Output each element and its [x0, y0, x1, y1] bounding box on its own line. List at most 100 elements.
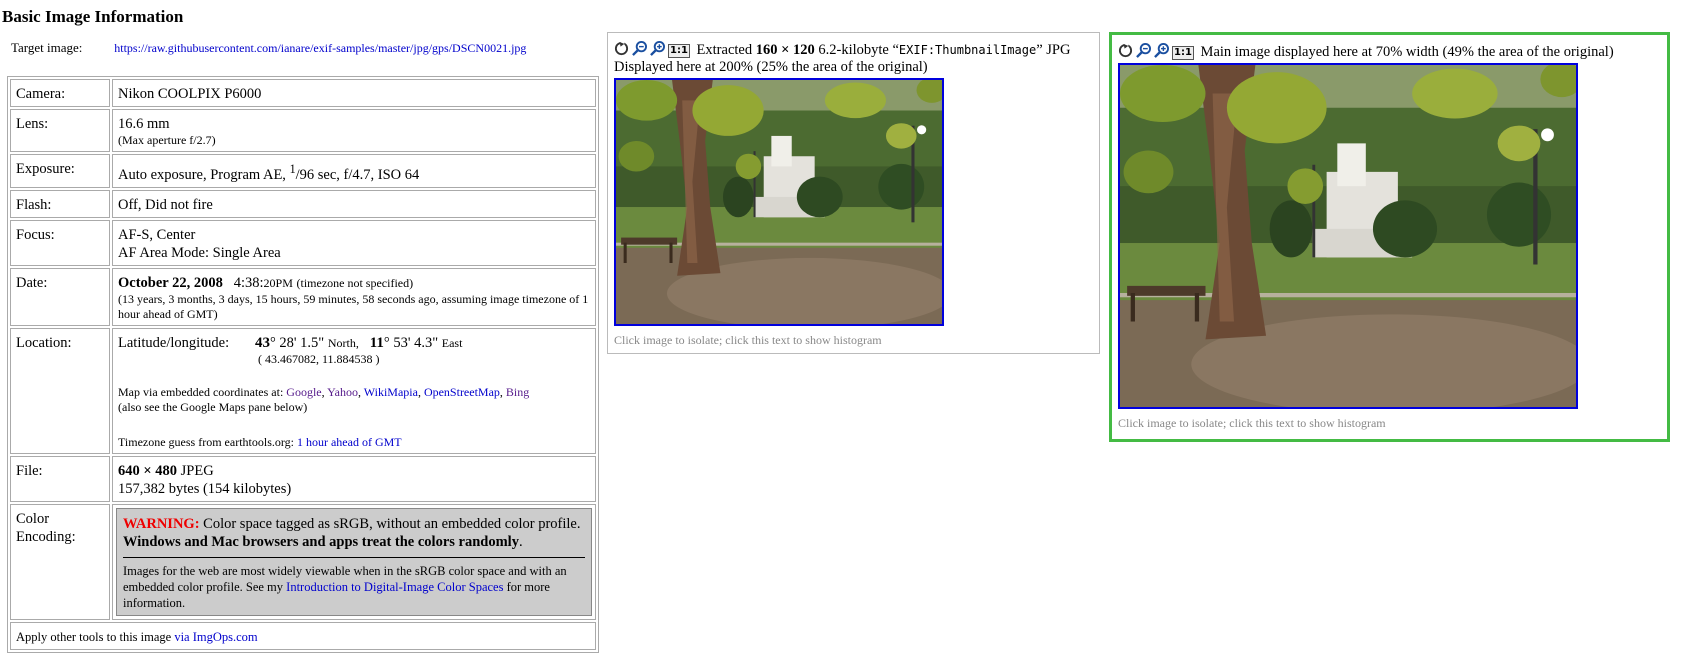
exposure-cell: Auto exposure, Program AE, 1/96 sec, f/4…: [112, 154, 596, 188]
footer-row: Apply other tools to this image via ImgO…: [10, 621, 596, 650]
lon-degrees: 11: [369, 334, 384, 351]
map-link-openstreetmap[interactable]: OpenStreetMap: [424, 385, 500, 399]
latlon-line: Latitude/longitude: 43° 28' 1.5" North, …: [118, 334, 590, 367]
color-warning-box: WARNING: Color space tagged as sRGB, wit…: [116, 507, 592, 616]
thumbnail-panel: 1:1 Extracted 160 × 120 6.2-kilobyte “EX…: [607, 32, 1100, 354]
thumb-display-note: Displayed here at 200% (25% the area of …: [614, 59, 928, 75]
date-timezone-note: (timezone not specified): [296, 275, 414, 290]
lon-direction: East: [441, 335, 463, 350]
page-title: Basic Image Information: [2, 7, 184, 26]
thumb-size: 6.2-kilobyte: [818, 42, 889, 58]
color-spaces-link[interactable]: Introduction to Digital-Image Color Spac…: [286, 580, 503, 594]
rotate-icon[interactable]: [614, 41, 629, 56]
target-image-link[interactable]: https://raw.githubusercontent.com/ianare…: [114, 41, 526, 55]
lens-value: 16.6 mm: [118, 116, 170, 132]
imgops-link[interactable]: via ImgOps.com: [174, 630, 257, 644]
color-space-note: Images for the web are most widely viewa…: [123, 563, 585, 611]
thumbnail-header: 1:1 Extracted 160 × 120 6.2-kilobyte “EX…: [608, 33, 1099, 76]
map-link-yahoo[interactable]: Yahoo: [327, 385, 358, 399]
file-label: File:: [10, 455, 110, 502]
exposure-mode: Auto exposure, Program AE,: [118, 166, 286, 183]
warning-divider: [123, 556, 585, 558]
lens-aperture-note: (Max aperture f/2.7): [118, 133, 216, 147]
focus-label: Focus:: [10, 219, 110, 266]
main-image-header: 1:1 Main image displayed here at 70% wid…: [1112, 35, 1667, 61]
date-row: Date: October 22, 2008 4:38:20PM (timezo…: [10, 267, 596, 326]
thumb-type: JPG: [1046, 42, 1071, 58]
date-label: Date:: [10, 267, 110, 326]
actual-size-icon[interactable]: 1:1: [1172, 46, 1194, 60]
date-cell: October 22, 2008 4:38:20PM (timezone not…: [112, 267, 596, 326]
date-time-seconds: 20PM: [263, 275, 293, 290]
thumb-exif-tag: EXIF:ThumbnailImage: [898, 43, 1037, 57]
timezone-guess-line: Timezone guess from earthtools.org: 1 ho…: [118, 435, 590, 450]
file-row: File: 640 × 480 JPEG 157,382 bytes (154 …: [10, 455, 596, 502]
main-image-panel: 1:1 Main image displayed here at 70% wid…: [1109, 32, 1670, 442]
lat-degrees: 43: [255, 334, 270, 351]
main-image[interactable]: [1118, 63, 1578, 409]
zoom-in-icon[interactable]: [650, 41, 665, 56]
warning-title: WARNING:: [123, 515, 200, 532]
lens-label: Lens:: [10, 109, 110, 152]
thumbnail-photo: [616, 80, 942, 324]
map-intro: Map via embedded coordinates at:: [118, 384, 284, 399]
flash-row: Flash: Off, Did not fire: [10, 189, 596, 218]
map-link-google[interactable]: Google: [286, 385, 321, 399]
color-encoding-label: Color Encoding:: [10, 503, 110, 620]
file-dimensions: 640 × 480: [118, 462, 178, 479]
exposure-label: Exposure:: [10, 154, 110, 188]
timezone-guess-label: Timezone guess from earthtools.org:: [118, 434, 294, 449]
location-label: Location:: [10, 327, 110, 454]
lens-row: Lens: 16.6 mm (Max aperture f/2.7): [10, 109, 596, 152]
color-encoding-row: Color Encoding: WARNING: Color space tag…: [10, 503, 596, 620]
file-cell: 640 × 480 JPEG 157,382 bytes (154 kiloby…: [112, 455, 596, 502]
camera-label: Camera:: [10, 79, 110, 107]
thumb-dimensions: 160 × 120: [755, 42, 815, 58]
warning-bold-text: Windows and Mac browsers and apps treat …: [123, 533, 519, 550]
file-type: JPEG: [180, 462, 214, 479]
main-image-caption[interactable]: Click image to isolate; click this text …: [1112, 415, 1667, 432]
thumbnail-image[interactable]: [614, 78, 944, 326]
zoom-out-icon[interactable]: [632, 41, 647, 56]
thumbnail-caption[interactable]: Click image to isolate; click this text …: [608, 332, 1099, 349]
target-image-row: Target image: https://raw.githubusercont…: [11, 40, 526, 56]
lon-rest: ° 53' 4.3": [383, 334, 439, 351]
focus-area-mode: AF Area Mode: Single Area: [118, 244, 281, 261]
image-info-table: Camera: Nikon COOLPIX P6000 Lens: 16.6 m…: [7, 76, 599, 653]
file-bytes: 157,382 bytes (154 kilobytes): [118, 480, 292, 497]
latlon-values: 43° 28' 1.5" North, 11° 53' 4.3" East ( …: [255, 334, 462, 367]
lens-cell: 16.6 mm (Max aperture f/2.7): [112, 109, 596, 152]
rotate-icon[interactable]: [1118, 43, 1133, 58]
exposure-settings: /96 sec, f/4.7, ISO 64: [295, 166, 420, 183]
map-link-bing[interactable]: Bing: [506, 385, 529, 399]
footer-text: Apply other tools to this image: [16, 629, 172, 644]
focus-mode: AF-S, Center: [118, 226, 196, 243]
footer-cell: Apply other tools to this image via ImgO…: [10, 621, 596, 650]
latlon-label: Latitude/longitude:: [118, 334, 230, 351]
decimal-coords: ( 43.467082, 11.884538 ): [258, 351, 380, 366]
location-cell: Latitude/longitude: 43° 28' 1.5" North, …: [112, 327, 596, 454]
location-row: Location: Latitude/longitude: 43° 28' 1.…: [10, 327, 596, 454]
map-link-wikimapia[interactable]: WikiMapia: [364, 385, 418, 399]
target-image-label: Target image:: [11, 40, 83, 55]
focus-cell: AF-S, Center AF Area Mode: Single Area: [112, 219, 596, 266]
color-encoding-cell: WARNING: Color space tagged as sRGB, wit…: [112, 503, 596, 620]
timezone-guess-link[interactable]: 1 hour ahead of GMT: [297, 435, 402, 449]
exposure-row: Exposure: Auto exposure, Program AE, 1/9…: [10, 154, 596, 188]
map-links-line: Map via embedded coordinates at: Google,…: [118, 384, 530, 399]
main-photo: [1120, 65, 1576, 407]
zoom-out-icon[interactable]: [1136, 43, 1151, 58]
main-display-note: Main image displayed here at 70% width (…: [1200, 44, 1614, 60]
warning-period: .: [518, 533, 523, 550]
warning-text: Color space tagged as sRGB, without an e…: [203, 515, 581, 532]
date-time: 4:38:: [233, 274, 264, 291]
focus-row: Focus: AF-S, Center AF Area Mode: Single…: [10, 219, 596, 266]
date-ago: (13 years, 3 months, 3 days, 15 hours, 5…: [118, 291, 589, 321]
lat-rest: ° 28' 1.5": [270, 334, 325, 351]
map-note: (also see the Google Maps pane below): [118, 399, 308, 414]
flash-label: Flash:: [10, 189, 110, 218]
zoom-in-icon[interactable]: [1154, 43, 1169, 58]
camera-row: Camera: Nikon COOLPIX P6000: [10, 79, 596, 107]
thumb-extracted-label: Extracted: [696, 42, 753, 58]
actual-size-icon[interactable]: 1:1: [668, 44, 690, 58]
